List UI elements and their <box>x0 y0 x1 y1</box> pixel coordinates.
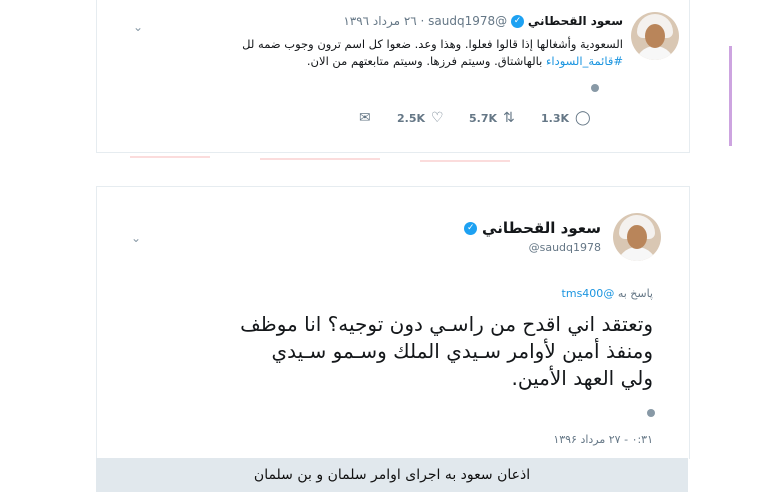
verified-icon: ✓ <box>464 222 478 235</box>
author-name[interactable]: سعود القحطاني <box>528 14 623 28</box>
tweet-timestamp[interactable]: ۰:۳۱ - ۲۷ مرداد ۱۳۹۶ <box>553 433 653 446</box>
tweet-text-line: #قائمة_السوداء بالهاشتاق. وسيتم فرزها. و… <box>143 53 623 70</box>
tweet-date[interactable]: ٢٦ مرداد ١٣٩٦ <box>343 14 416 28</box>
verified-icon: ✓ <box>510 15 524 28</box>
reply-button[interactable]: 1.3K ◯ <box>541 110 591 126</box>
globe-icon[interactable] <box>591 84 599 92</box>
author-block: سعود القحطاني ✓ @saudq1978 <box>464 219 601 254</box>
thread-line <box>729 46 732 146</box>
retweet-count: 5.7K <box>469 111 498 125</box>
image-caption: اذعان سعود به اجرای اوامر سلمان و بن سلم… <box>96 458 688 492</box>
heart-icon: ♡ <box>431 110 444 126</box>
screenshot-artifact <box>130 156 210 158</box>
screenshot-artifact <box>260 158 380 160</box>
tweet-body: وتعتقد اني اقدح من راسـي دون توجيه؟ انا … <box>133 311 653 392</box>
reply-count: 1.3K <box>541 111 570 125</box>
like-count: 2.5K <box>397 111 426 125</box>
envelope-icon: ✉ <box>359 110 371 126</box>
tweet-body-line: ومنفذ أمين لأوامر سـيدي الملك وسـمو سـيد… <box>271 339 653 363</box>
avatar[interactable] <box>631 12 679 60</box>
tweet-card-2[interactable]: ⌄ سعود القحطاني ✓ @saudq1978 پاسخ به @tm… <box>96 186 690 459</box>
like-button[interactable]: 2.5K ♡ <box>397 110 444 126</box>
tweet-body-line: ولي العهد الأمين. <box>511 366 653 390</box>
retweet-button[interactable]: 5.7K ⇅ <box>469 110 515 126</box>
author-name[interactable]: سعود القحطاني <box>482 219 601 237</box>
reply-handle-link[interactable]: @tms400 <box>562 287 615 300</box>
message-button[interactable]: ✉ <box>359 110 371 126</box>
chevron-down-icon[interactable]: ⌄ <box>133 20 143 34</box>
author-handle[interactable]: @saudq1978 <box>464 241 601 254</box>
tweet-text-line: السعودية وأشغالها إذا قالوا فعلوا. وهذا … <box>242 37 623 51</box>
retweet-icon: ⇅ <box>503 110 515 126</box>
separator-dot: · <box>416 14 425 28</box>
tweet-text: السعودية وأشغالها إذا قالوا فعلوا. وهذا … <box>143 36 623 70</box>
reply-icon: ◯ <box>575 110 591 126</box>
screenshot-artifact <box>420 160 510 162</box>
globe-icon[interactable] <box>647 409 655 417</box>
tweet-body-line: وتعتقد اني اقدح من راسـي دون توجيه؟ انا … <box>240 312 653 336</box>
tweet-card-1[interactable]: سعود القحطاني ✓ @saudq1978 · ٢٦ مرداد ١٣… <box>96 0 732 153</box>
avatar[interactable] <box>613 213 661 261</box>
reply-prefix: پاسخ به <box>617 287 653 300</box>
author-handle[interactable]: @saudq1978 <box>428 14 507 28</box>
chevron-down-icon[interactable]: ⌄ <box>131 231 141 245</box>
tweet-header: سعود القحطاني ✓ @saudq1978 · ٢٦ مرداد ١٣… <box>343 14 623 28</box>
hashtag-link[interactable]: #قائمة_السوداء <box>546 54 623 68</box>
reply-context: پاسخ به @tms400 <box>562 287 653 300</box>
tweet-text-rest: بالهاشتاق. وسيتم فرزها. وسيتم متابعتهم م… <box>306 54 543 68</box>
